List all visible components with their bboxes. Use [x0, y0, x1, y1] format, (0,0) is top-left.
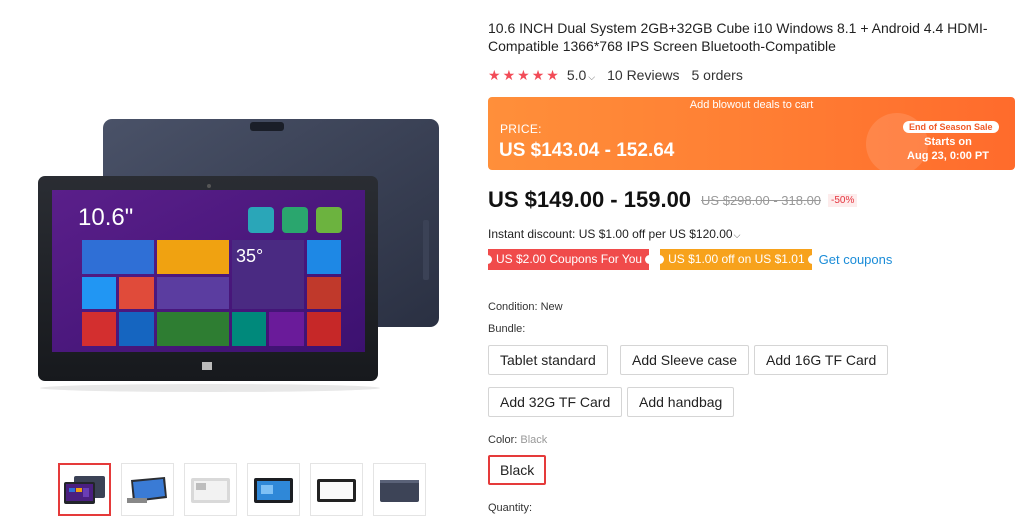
rating-row: ★ ★ ★ ★ ★ 5.0 ⌵ 10 Reviews 5 orders — [488, 66, 743, 84]
product-title: 10.6 INCH Dual System 2GB+32GB Cube i10 … — [488, 20, 988, 54]
color-row: Color: Black — [488, 434, 548, 446]
reviews-link[interactable]: 10 Reviews — [607, 67, 679, 83]
screen-temperature: 35° — [236, 246, 263, 266]
star-icon: ★ — [546, 67, 559, 83]
bundle-option-16g-card[interactable]: Add 16G TF Card — [754, 345, 889, 375]
coupon-row: US $2.00 Coupons For You US $1.00 off on… — [486, 249, 893, 270]
get-coupons-link[interactable]: Get coupons — [819, 252, 893, 267]
promo-banner[interactable]: Add blowout deals to cart PRICE: US $143… — [488, 97, 1015, 170]
instant-discount[interactable]: Instant discount: US $1.00 off per US $1… — [488, 227, 740, 241]
starts-on-date: Aug 23, 0:00 PT — [907, 150, 989, 162]
thumbnail-strip — [58, 463, 426, 516]
star-icon: ★ — [488, 67, 501, 83]
chevron-down-icon: ⌵ — [588, 72, 596, 82]
bundle-label: Bundle: — [488, 323, 526, 335]
product-gallery: 10.6" 35° — [0, 0, 470, 526]
sale-badge: End of Season Sale — [903, 121, 999, 133]
thumbnail-3[interactable] — [184, 463, 237, 516]
thumbnail-2[interactable] — [121, 463, 174, 516]
coupon-store[interactable]: US $2.00 Coupons For You — [486, 249, 651, 270]
price-row: US $149.00 - 159.00 US $298.00 - 318.00 … — [488, 187, 858, 213]
bundle-option-handbag[interactable]: Add handbag — [627, 387, 735, 417]
screen-size-text: 10.6" — [78, 204, 133, 231]
color-selected-value: Black — [520, 434, 548, 446]
rating-value[interactable]: 5.0 ⌵ — [567, 67, 595, 83]
condition-row: Condition: New — [488, 301, 563, 313]
thumbnail-5[interactable] — [310, 463, 363, 516]
rating-stars: ★ ★ ★ ★ ★ — [488, 68, 559, 82]
main-product-image[interactable]: 10.6" 35° — [30, 110, 450, 395]
orders-count: 5 orders — [691, 67, 743, 83]
color-option-black[interactable]: Black — [488, 455, 547, 485]
promo-price: US $143.04 - 152.64 — [499, 140, 675, 161]
starts-on-label: Starts on — [924, 136, 972, 148]
star-icon: ★ — [502, 67, 516, 83]
star-icon: ★ — [531, 67, 545, 83]
original-price: US $298.00 - 318.00 — [701, 192, 822, 208]
promo-banner-text: Add blowout deals to cart — [689, 99, 814, 111]
coupon-select[interactable]: US $1.00 off on US $1.01 — [659, 249, 813, 270]
thumbnail-6[interactable] — [373, 463, 426, 516]
bundle-option-tablet-standard[interactable]: Tablet standard — [488, 345, 608, 375]
bundle-option-32g-card[interactable]: Add 32G TF Card — [488, 387, 623, 417]
thumbnail-1[interactable] — [58, 463, 111, 516]
bundle-option-sleeve-case[interactable]: Add Sleeve case — [620, 345, 750, 375]
chevron-down-icon: ⌵ — [733, 230, 741, 240]
current-price: US $149.00 - 159.00 — [488, 187, 692, 212]
quantity-label: Quantity: — [488, 502, 533, 514]
condition-value: New — [540, 301, 563, 313]
discount-badge: -50% — [828, 193, 858, 207]
thumbnail-4[interactable] — [247, 463, 300, 516]
promo-price-label: PRICE: — [500, 122, 542, 136]
tablet-illustration: 10.6" 35° — [38, 119, 439, 392]
star-icon: ★ — [517, 67, 530, 83]
sale-start: Starts on Aug 23, 0:00 PT — [898, 135, 998, 163]
